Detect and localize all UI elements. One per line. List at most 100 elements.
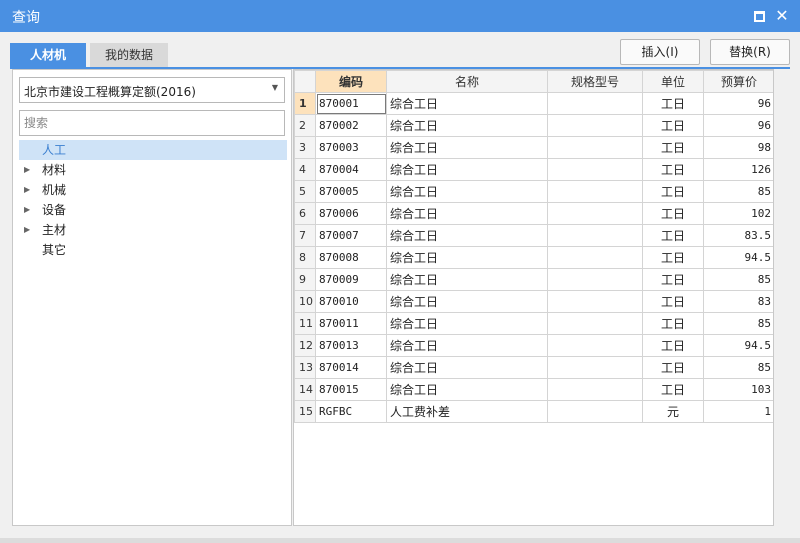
cell-code[interactable]: 870008 bbox=[315, 246, 387, 269]
cell-price[interactable]: 98 bbox=[703, 136, 773, 159]
cell-price[interactable]: 83 bbox=[703, 290, 773, 313]
cell-unit[interactable]: 工日 bbox=[642, 378, 704, 401]
cell-code[interactable]: 870007 bbox=[315, 224, 387, 247]
cell-code[interactable]: 870011 bbox=[315, 312, 387, 335]
cell-price[interactable]: 102 bbox=[703, 202, 773, 225]
cell-spec[interactable] bbox=[547, 290, 643, 313]
cell-spec[interactable] bbox=[547, 334, 643, 357]
tree-item-material[interactable]: ▶ 材料 bbox=[19, 160, 287, 180]
expand-arrow-icon[interactable]: ▶ bbox=[24, 180, 30, 200]
cell-spec[interactable] bbox=[547, 92, 643, 115]
cell-unit[interactable]: 工日 bbox=[642, 246, 704, 269]
expand-arrow-icon[interactable]: ▶ bbox=[24, 160, 30, 180]
cell-unit[interactable]: 工日 bbox=[642, 224, 704, 247]
quota-library-select[interactable]: 北京市建设工程概算定额(2016) ▼ bbox=[19, 77, 285, 103]
cell-unit[interactable]: 工日 bbox=[642, 114, 704, 137]
table-row[interactable]: 1 870001 综合工日 工日 96 bbox=[294, 92, 773, 115]
cell-spec[interactable] bbox=[547, 312, 643, 335]
cell-code[interactable]: 870013 bbox=[315, 334, 387, 357]
cell-price[interactable]: 96 bbox=[703, 114, 773, 137]
cell-code[interactable]: 870001 bbox=[315, 92, 387, 115]
row-number[interactable]: 13 bbox=[294, 356, 316, 379]
cell-code[interactable]: 870009 bbox=[315, 268, 387, 291]
table-row[interactable]: 13 870014 综合工日 工日 85 bbox=[294, 356, 773, 379]
cell-unit[interactable]: 工日 bbox=[642, 356, 704, 379]
cell-spec[interactable] bbox=[547, 246, 643, 269]
tab-labor-material-machine[interactable]: 人材机 bbox=[10, 43, 86, 67]
table-row[interactable]: 11 870011 综合工日 工日 85 bbox=[294, 312, 773, 335]
cell-price[interactable]: 126 bbox=[703, 158, 773, 181]
cell-unit[interactable]: 工日 bbox=[642, 312, 704, 335]
cell-spec[interactable] bbox=[547, 378, 643, 401]
row-number[interactable]: 6 bbox=[294, 202, 316, 225]
cell-spec[interactable] bbox=[547, 136, 643, 159]
cell-spec[interactable] bbox=[547, 180, 643, 203]
column-header-price[interactable]: 预算价 bbox=[703, 70, 773, 93]
row-number[interactable]: 1 bbox=[294, 92, 316, 115]
cell-unit[interactable]: 工日 bbox=[642, 158, 704, 181]
cell-name[interactable]: 综合工日 bbox=[386, 224, 548, 247]
row-number[interactable]: 3 bbox=[294, 136, 316, 159]
cell-price[interactable]: 85 bbox=[703, 180, 773, 203]
cell-unit[interactable]: 工日 bbox=[642, 268, 704, 291]
tree-item-other[interactable]: 其它 bbox=[19, 240, 287, 260]
cell-unit[interactable]: 工日 bbox=[642, 92, 704, 115]
cell-code[interactable]: 870006 bbox=[315, 202, 387, 225]
row-number[interactable]: 2 bbox=[294, 114, 316, 137]
cell-code[interactable]: 870004 bbox=[315, 158, 387, 181]
cell-name[interactable]: 综合工日 bbox=[386, 202, 548, 225]
row-number[interactable]: 7 bbox=[294, 224, 316, 247]
expand-arrow-icon[interactable]: ▶ bbox=[24, 220, 30, 240]
table-row[interactable]: 2 870002 综合工日 工日 96 bbox=[294, 114, 773, 137]
cell-name[interactable]: 综合工日 bbox=[386, 114, 548, 137]
cell-spec[interactable] bbox=[547, 114, 643, 137]
row-number[interactable]: 5 bbox=[294, 180, 316, 203]
cell-name[interactable]: 人工费补差 bbox=[386, 400, 548, 423]
expand-arrow-icon[interactable]: ▶ bbox=[24, 200, 30, 220]
cell-spec[interactable] bbox=[547, 202, 643, 225]
cell-name[interactable]: 综合工日 bbox=[386, 246, 548, 269]
row-number[interactable]: 10 bbox=[294, 290, 316, 313]
column-header-code[interactable]: 编码 bbox=[315, 70, 387, 93]
row-number[interactable]: 11 bbox=[294, 312, 316, 335]
cell-price[interactable]: 1 bbox=[703, 400, 773, 423]
table-row[interactable]: 9 870009 综合工日 工日 85 bbox=[294, 268, 773, 291]
corner-cell[interactable] bbox=[294, 70, 316, 93]
cell-unit[interactable]: 工日 bbox=[642, 180, 704, 203]
cell-name[interactable]: 综合工日 bbox=[386, 334, 548, 357]
cell-code[interactable]: 870003 bbox=[315, 136, 387, 159]
tree-item-equipment[interactable]: ▶ 设备 bbox=[19, 200, 287, 220]
cell-spec[interactable] bbox=[547, 356, 643, 379]
cell-code[interactable]: 870002 bbox=[315, 114, 387, 137]
tree-item-main-material[interactable]: ▶ 主材 bbox=[19, 220, 287, 240]
row-number[interactable]: 9 bbox=[294, 268, 316, 291]
cell-price[interactable]: 83.5 bbox=[703, 224, 773, 247]
cell-unit[interactable]: 工日 bbox=[642, 202, 704, 225]
column-header-name[interactable]: 名称 bbox=[386, 70, 548, 93]
table-row[interactable]: 4 870004 综合工日 工日 126 bbox=[294, 158, 773, 181]
cell-spec[interactable] bbox=[547, 400, 643, 423]
cell-name[interactable]: 综合工日 bbox=[386, 158, 548, 181]
cell-name[interactable]: 综合工日 bbox=[386, 180, 548, 203]
cell-code[interactable]: 870010 bbox=[315, 290, 387, 313]
cell-code[interactable]: 870015 bbox=[315, 378, 387, 401]
table-row[interactable]: 12 870013 综合工日 工日 94.5 bbox=[294, 334, 773, 357]
cell-unit[interactable]: 工日 bbox=[642, 136, 704, 159]
cell-price[interactable]: 94.5 bbox=[703, 334, 773, 357]
cell-price[interactable]: 85 bbox=[703, 268, 773, 291]
row-number[interactable]: 15 bbox=[294, 400, 316, 423]
cell-name[interactable]: 综合工日 bbox=[386, 290, 548, 313]
replace-button[interactable]: 替换(R) bbox=[710, 39, 790, 65]
table-row[interactable]: 8 870008 综合工日 工日 94.5 bbox=[294, 246, 773, 269]
row-number[interactable]: 12 bbox=[294, 334, 316, 357]
table-row[interactable]: 3 870003 综合工日 工日 98 bbox=[294, 136, 773, 159]
cell-code[interactable]: 870014 bbox=[315, 356, 387, 379]
tab-my-data[interactable]: 我的数据 bbox=[90, 43, 168, 67]
column-header-unit[interactable]: 单位 bbox=[642, 70, 704, 93]
search-input[interactable] bbox=[19, 110, 285, 136]
table-row[interactable]: 5 870005 综合工日 工日 85 bbox=[294, 180, 773, 203]
cell-unit[interactable]: 工日 bbox=[642, 334, 704, 357]
cell-name[interactable]: 综合工日 bbox=[386, 268, 548, 291]
cell-price[interactable]: 94.5 bbox=[703, 246, 773, 269]
close-button[interactable]: ✕ bbox=[775, 8, 789, 24]
